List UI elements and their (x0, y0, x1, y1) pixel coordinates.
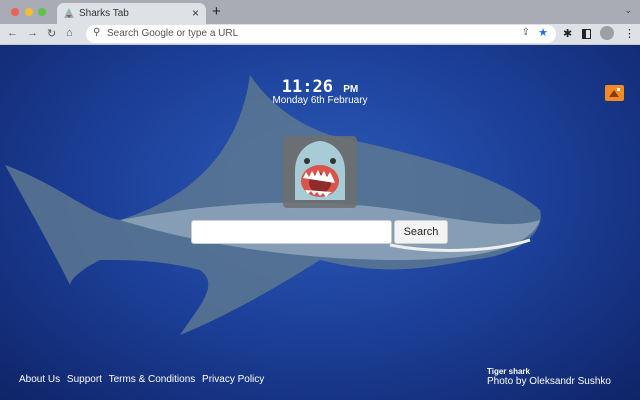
reload-icon[interactable]: ↻ (47, 27, 56, 40)
share-icon[interactable]: ⇪ (522, 27, 530, 38)
tab-title: Sharks Tab (79, 8, 129, 19)
new-tab-button[interactable]: + (212, 3, 221, 20)
forward-icon[interactable]: → (27, 27, 38, 39)
shark-logo (283, 136, 357, 208)
minimize-window-button[interactable] (25, 8, 33, 16)
privacy-policy-link[interactable]: Privacy Policy (202, 374, 264, 385)
clock: 11:26 PM (0, 77, 640, 97)
omnibox-placeholder: Search Google or type a URL (107, 28, 239, 39)
clock-time: 11:26 (281, 77, 333, 97)
extensions-icon[interactable]: ✱ (563, 27, 572, 40)
maximize-window-button[interactable] (38, 8, 46, 16)
support-link[interactable]: Support (67, 374, 102, 385)
search-icon: ⚲ (93, 27, 101, 38)
change-background-image-button[interactable] (605, 85, 624, 101)
toolbar: ← → ↻ ⌂ ⚲ Search Google or type a URL ⇪ … (0, 24, 640, 45)
new-tab-page: 11:26 PM Monday 6th February Search Abou… (0, 45, 640, 400)
side-panel-icon[interactable] (582, 29, 591, 39)
search-button[interactable]: Search (394, 220, 448, 244)
menu-icon[interactable]: ⋮ (624, 27, 635, 40)
image-icon (609, 88, 620, 97)
omnibox[interactable]: ⚲ Search Google or type a URL ⇪ ★ (86, 25, 556, 43)
bookmark-star-icon[interactable]: ★ (538, 26, 548, 39)
terms-link[interactable]: Terms & Conditions (109, 374, 196, 385)
profile-avatar-icon[interactable] (600, 26, 614, 40)
close-window-button[interactable] (11, 8, 19, 16)
close-tab-icon[interactable]: × (192, 6, 199, 20)
back-icon[interactable]: ← (7, 27, 18, 39)
footer-links: About Us Support Terms & Conditions Priv… (19, 374, 268, 385)
tab-sharks[interactable]: Sharks Tab × (57, 3, 206, 24)
photo-credit: Tiger shark Photo by Oleksandr Sushko (487, 367, 611, 387)
about-us-link[interactable]: About Us (19, 374, 60, 385)
home-icon[interactable]: ⌂ (66, 27, 73, 39)
tab-strip: Sharks Tab × + ⌄ (0, 0, 640, 24)
shark-face-icon (295, 141, 345, 200)
photo-subject: Tiger shark (487, 367, 530, 376)
photographer-link[interactable]: Photo by Oleksandr Sushko (487, 376, 611, 387)
shark-favicon-icon (64, 8, 74, 18)
clock-date: Monday 6th February (272, 95, 368, 106)
tab-search-chevron-icon[interactable]: ⌄ (624, 5, 632, 16)
search-input[interactable] (191, 220, 392, 244)
clock-ampm: PM (343, 84, 359, 95)
